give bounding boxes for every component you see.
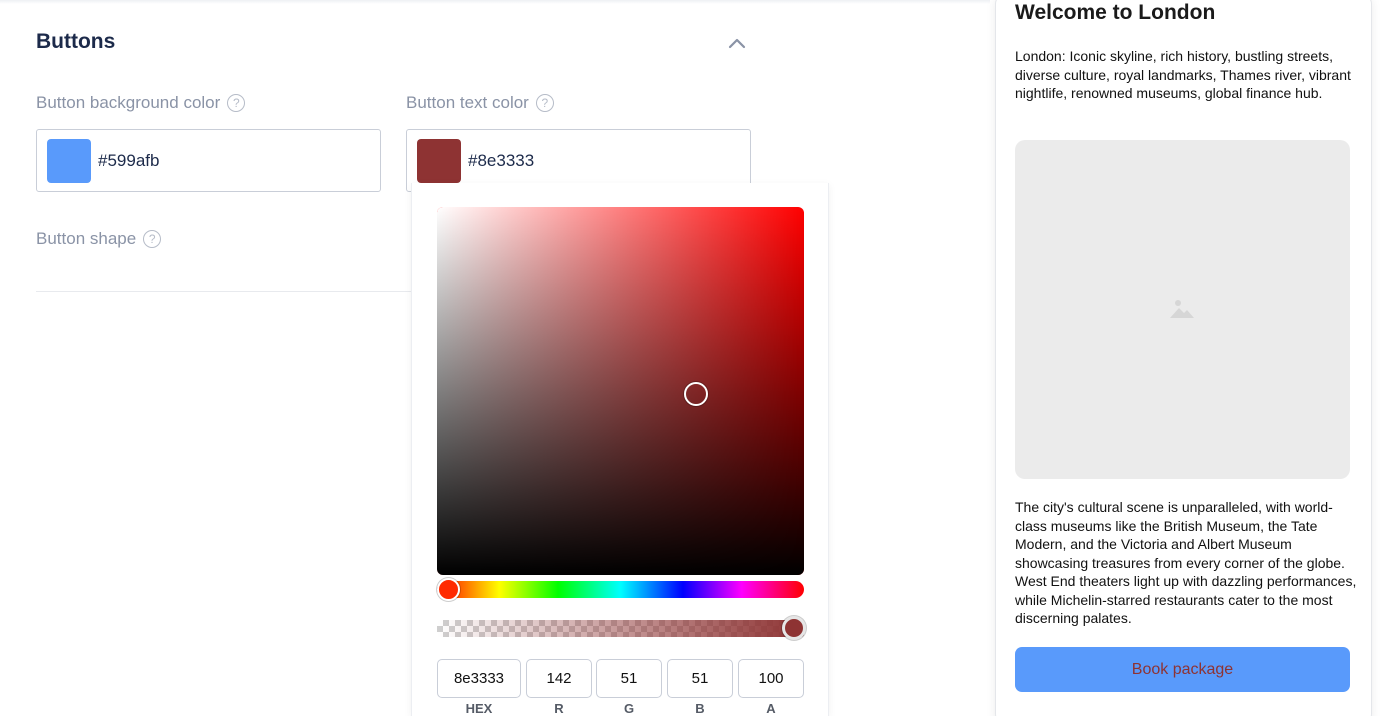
help-icon[interactable]: ? [535, 94, 554, 112]
image-placeholder [1015, 140, 1350, 479]
b-label: B [695, 701, 705, 716]
alpha-gradient [437, 620, 804, 637]
hue-slider[interactable] [437, 581, 804, 598]
chevron-up-icon[interactable] [726, 34, 748, 52]
sv-cursor-handle[interactable] [684, 382, 708, 406]
b-input-group: 51 B [667, 659, 733, 716]
r-input[interactable]: 142 [526, 659, 592, 698]
bg-color-value[interactable]: #599afb [98, 151, 159, 171]
bg-color-swatch[interactable] [47, 138, 91, 183]
preview-title: Welcome to London [1015, 1, 1216, 24]
a-input[interactable]: 100 [738, 659, 804, 698]
section-title: Buttons [36, 30, 116, 53]
bg-color-label-text: Button background color [36, 93, 221, 112]
hue-slider-handle[interactable] [437, 578, 460, 601]
r-input-group: 142 R [526, 659, 592, 716]
help-icon[interactable]: ? [143, 230, 162, 248]
r-label: R [554, 701, 564, 716]
saturation-value-area[interactable] [437, 207, 804, 575]
preview-intro: London: Iconic skyline, rich history, bu… [1015, 48, 1351, 101]
hex-input[interactable]: 8e3333 [437, 659, 521, 698]
color-picker-popover: 8e3333 HEX 142 R 51 G 51 B 100 A [411, 183, 829, 716]
text-color-label-text: Button text color [406, 93, 529, 112]
hex-input-group: 8e3333 HEX [437, 659, 521, 716]
image-placeholder-icon [1170, 300, 1194, 318]
shape-label: Button shape ? [36, 229, 162, 249]
alpha-slider-handle[interactable] [782, 616, 806, 640]
book-package-button[interactable]: Book package [1015, 647, 1350, 692]
b-input[interactable]: 51 [667, 659, 733, 698]
bg-color-input[interactable]: #599afb [36, 129, 381, 192]
help-icon[interactable]: ? [227, 94, 246, 112]
section-divider [36, 291, 411, 292]
color-value-inputs: 8e3333 HEX 142 R 51 G 51 B 100 A [437, 659, 807, 716]
a-input-group: 100 A [738, 659, 804, 716]
a-label: A [766, 701, 776, 716]
text-color-label: Button text color ? [406, 93, 554, 113]
bg-color-label: Button background color ? [36, 93, 246, 113]
alpha-slider[interactable] [437, 620, 804, 637]
top-shadow [0, 0, 990, 4]
text-color-value[interactable]: #8e3333 [468, 151, 534, 171]
settings-panel: Buttons Button background color ? #599af… [0, 0, 990, 716]
shape-label-text: Button shape [36, 229, 137, 248]
g-label: G [623, 701, 635, 716]
g-input-group: 51 G [596, 659, 662, 716]
sv-black-overlay [437, 207, 804, 575]
text-color-swatch[interactable] [417, 138, 461, 183]
preview-body: The city's cultural scene is unparallele… [1015, 499, 1357, 626]
preview-card: Welcome to London London: Iconic skyline… [995, 0, 1372, 716]
hex-label: HEX [465, 701, 493, 716]
g-input[interactable]: 51 [596, 659, 662, 698]
